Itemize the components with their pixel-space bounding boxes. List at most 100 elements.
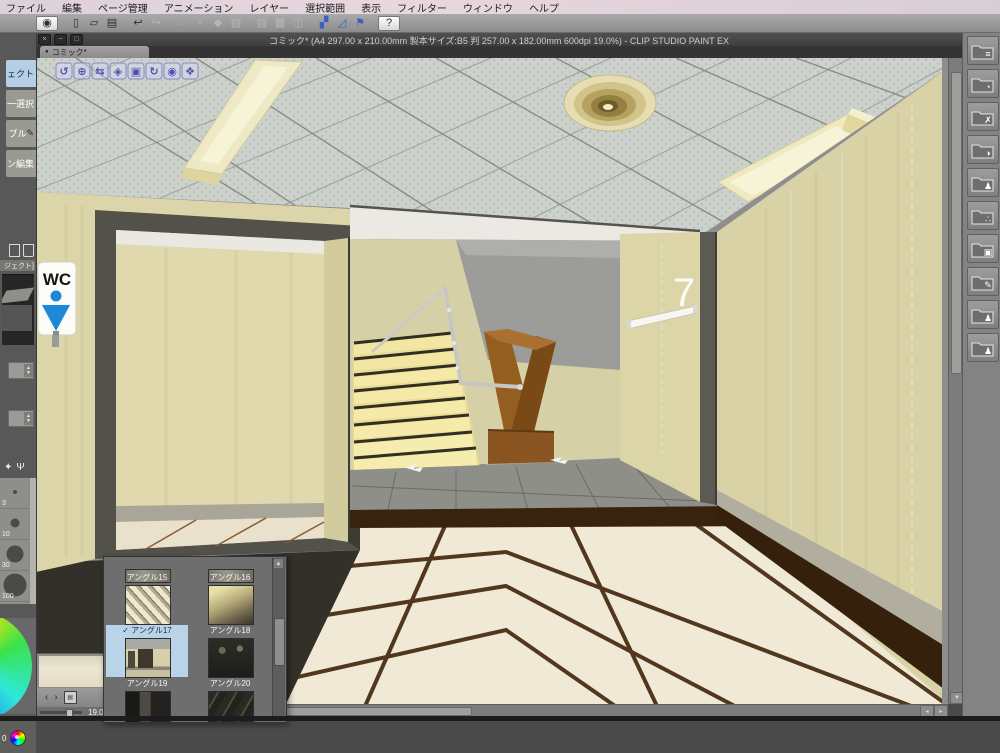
menu-layer[interactable]: レイヤー [249, 0, 289, 15]
new-file-icon[interactable]: ▯ [68, 16, 84, 30]
angle-label: アングル16 [209, 573, 251, 582]
command-toolbar: ◉ ▯ ▱ ▤ ↩ ↪ ∴ + ◆ ▧ ▨ ▦ ◫ ▞ ◿ ⚑ ? ‹ › [0, 14, 1000, 33]
angle-item-17-selected[interactable]: ✓ アングル17 [106, 625, 188, 678]
brush-size-10[interactable]: 10 [0, 509, 29, 540]
menu-bar: ファイル 編集 ページ管理 アニメーション レイヤー 選択範囲 表示 フィルター… [0, 0, 1000, 15]
property-stepper-2[interactable]: ▲ ▼ [8, 410, 34, 427]
svg-text:◉: ◉ [167, 65, 177, 78]
brush-size-3[interactable]: 3 [0, 478, 29, 509]
material-pose-button[interactable]: ♟ [967, 168, 999, 197]
tab-comic[interactable]: ● コミック* [40, 46, 149, 58]
wc-sign-text: WC [43, 270, 71, 289]
brush-size-100[interactable]: 100 [0, 571, 29, 602]
menu-help[interactable]: ヘルプ [529, 0, 559, 15]
left-doorway [95, 210, 360, 559]
object-reset-icon[interactable]: ❖ [181, 62, 199, 80]
vertical-scrollbar-thumb[interactable] [951, 72, 962, 374]
material-effect-button[interactable]: ∴ [967, 201, 999, 230]
menu-edit[interactable]: 編集 [62, 0, 82, 15]
material-3d-character-button[interactable]: ♟ [967, 333, 999, 362]
redo-icon[interactable]: ↪ [148, 16, 164, 30]
menu-filter[interactable]: フィルター [397, 0, 447, 15]
angle-item-partial[interactable] [189, 557, 271, 583]
angle-thumbnail[interactable] [125, 638, 171, 678]
brush-size-30[interactable]: 30 [0, 540, 29, 571]
vertical-scrollbar[interactable]: ▼ [948, 58, 964, 704]
subtool-item-table[interactable]: ブル ✎ [6, 120, 36, 147]
material-monochrome-pattern-button[interactable]: ✗ [967, 102, 999, 131]
subtool-item-object[interactable]: ェクト [6, 60, 36, 87]
help-button[interactable]: ? [378, 15, 400, 31]
move-layer-icon[interactable]: + [192, 16, 208, 30]
snap-ruler-icon[interactable]: ▞ [316, 16, 332, 30]
folder-icon: ♟ [971, 177, 994, 191]
clear-outside-icon[interactable]: ▦ [272, 16, 288, 30]
trash-icon[interactable] [23, 244, 34, 257]
object-rotate-cam-icon[interactable]: ◉ [163, 62, 181, 80]
menu-file[interactable]: ファイル [6, 0, 46, 15]
color-wheel-icon[interactable] [10, 730, 26, 746]
subtool-item-line-edit[interactable]: ン編集 [6, 150, 36, 177]
folder-icon: ▣ [971, 243, 994, 257]
camera-zoom-icon[interactable]: ⇆ [91, 62, 109, 80]
menu-view[interactable]: 表示 [361, 0, 381, 15]
room-number-wall: 7 [620, 232, 700, 502]
subtool-item-layer-select[interactable]: 一選択 [6, 90, 36, 117]
angle-label: アングル20 [209, 679, 251, 688]
angle-thumbnail[interactable] [125, 585, 171, 625]
svg-text:⇆: ⇆ [95, 65, 104, 78]
property-stepper-1[interactable]: ▲ ▼ [8, 362, 34, 379]
angle-panel-scrollbar[interactable]: ▲ [272, 558, 285, 721]
folder-icon: ✎ [971, 276, 994, 290]
deselect-icon[interactable]: ∴ [174, 16, 190, 30]
material-all-button[interactable]: ≡ [967, 36, 999, 65]
next-page-button[interactable]: › [54, 692, 57, 703]
material-3d-body-button[interactable]: ♟ [967, 300, 999, 329]
folder-icon: ∴ [971, 210, 994, 224]
fill-icon[interactable]: ◆ [210, 16, 226, 30]
page-list-icon[interactable]: ▤ [63, 691, 77, 704]
camera-pan-icon[interactable]: ⊕ [73, 62, 91, 80]
camera-rotate-icon[interactable]: ↺ [55, 62, 73, 80]
snap-special-ruler-icon[interactable]: ◿ [334, 16, 350, 30]
stepper-down-icon[interactable]: ▼ [26, 418, 31, 424]
screen: { "menu_bar": { "items": ["ファイル","編集","ペ… [0, 0, 1000, 753]
svg-text:▣: ▣ [984, 247, 993, 257]
new-page-icon[interactable] [9, 244, 20, 257]
snap-grid-icon[interactable]: ⚑ [352, 16, 368, 30]
menu-selection[interactable]: 選択範囲 [305, 0, 345, 15]
brush-size-scrollbar[interactable] [29, 478, 36, 604]
material-image-button[interactable]: ▣ [967, 234, 999, 263]
color-wheel[interactable] [0, 618, 32, 714]
menu-animation[interactable]: アニメーション [164, 0, 234, 15]
scroll-up-icon[interactable]: ▲ [274, 559, 283, 568]
angle-item-16[interactable]: アングル16 [189, 572, 271, 625]
sparkle-wand-icon[interactable]: ✦Ψ [4, 462, 29, 473]
angle-item-partial[interactable] [106, 557, 188, 583]
material-color-pattern-button[interactable]: ◔ [967, 69, 999, 98]
angle-scrollbar-thumb[interactable] [274, 618, 285, 666]
object-rotate-y-icon[interactable]: ↻ [145, 62, 163, 80]
clear-icon[interactable]: ▨ [254, 16, 270, 30]
menu-window[interactable]: ウィンドウ [463, 0, 513, 15]
transform-icon[interactable]: ▧ [228, 16, 244, 30]
material-manga-button[interactable]: ◑ [967, 135, 999, 164]
border-effect-icon[interactable]: ◫ [290, 16, 306, 30]
stepper-down-icon[interactable]: ▼ [26, 370, 31, 376]
open-file-icon[interactable]: ▱ [86, 16, 102, 30]
svg-text:⊕: ⊕ [77, 65, 86, 78]
zoom-slider[interactable] [40, 708, 82, 718]
ceiling-vent-light [563, 74, 657, 132]
clip-studio-button[interactable]: ◉ [36, 15, 58, 31]
menu-page-manage[interactable]: ページ管理 [98, 0, 148, 15]
object-move-plane-icon[interactable]: ◈ [109, 62, 127, 80]
angle-thumbnail[interactable] [208, 638, 254, 678]
angle-thumbnail[interactable] [208, 585, 254, 625]
save-file-icon[interactable]: ▤ [104, 16, 120, 30]
angle-item-18[interactable]: アングル18 [189, 625, 271, 678]
angle-item-15[interactable]: アングル15 [106, 572, 188, 625]
undo-icon[interactable]: ↩ [130, 16, 146, 30]
object-move-3d-icon[interactable]: ▣ [127, 62, 145, 80]
material-edit-button[interactable]: ✎ [967, 267, 999, 296]
prev-page-button[interactable]: ‹ [45, 692, 48, 703]
